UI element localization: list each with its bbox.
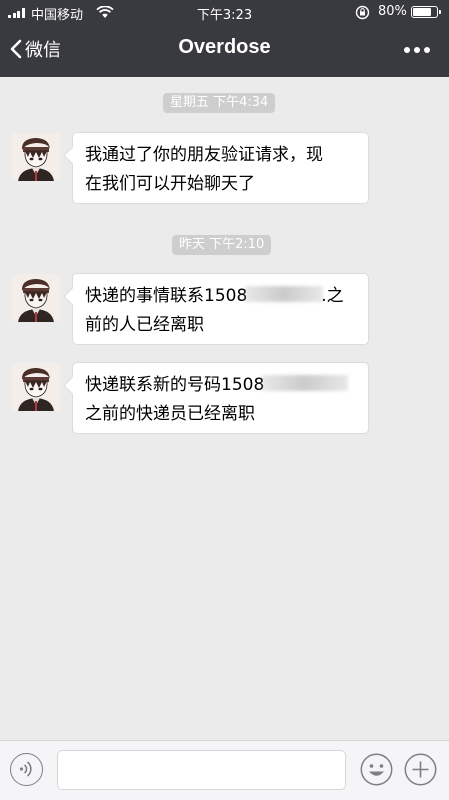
message-text-line: 我通过了你的朋友验证请求，现 [85, 145, 323, 165]
message-text-line: 快递的事情联系1508 [85, 286, 248, 306]
message-text-line: 在我们可以开始聊天了 [85, 174, 255, 194]
voice-button[interactable] [10, 753, 43, 786]
message-input[interactable] [57, 750, 346, 790]
message-text-line: 快递联系新的号码1508 [85, 375, 265, 395]
avatar[interactable] [12, 363, 60, 411]
message-bubble[interactable]: 快递联系新的号码1508 之前的快递员已经离职 [72, 362, 369, 434]
message-bubble[interactable]: 我通过了你的朋友验证请求，现 在我们可以开始聊天了 [72, 132, 369, 204]
message-bubble[interactable]: 快递的事情联系1508 .之 前的人已经离职 [72, 273, 369, 345]
status-bar: 中国移动 下午3:23 80% [0, 0, 449, 26]
message-text-line: 前的人已经离职 [85, 315, 204, 335]
redacted-blur [262, 375, 349, 391]
battery-percent: 80% [378, 4, 407, 19]
avatar[interactable] [12, 133, 60, 181]
more-options-button[interactable] [404, 753, 437, 786]
avatar[interactable] [12, 274, 60, 322]
rotation-lock-icon [355, 5, 370, 24]
emoji-icon [360, 753, 393, 786]
top-header: 中国移动 下午3:23 80% 微信 Overdose [0, 0, 449, 77]
more-dots-icon [404, 47, 410, 53]
chat-timestamp: 星期五 下午4:34 [163, 93, 276, 113]
chat-input-bar [0, 740, 449, 800]
plus-icon [404, 753, 437, 786]
message-text-line: 之前的快递员已经离职 [85, 404, 255, 424]
more-button[interactable] [404, 47, 430, 53]
redacted-blur [245, 286, 324, 302]
chat-timestamp: 昨天 下午2:10 [172, 235, 272, 255]
voice-icon [19, 761, 32, 777]
battery-icon [411, 6, 441, 18]
chat-title: Overdose [178, 36, 271, 58]
nav-bar: 微信 Overdose [0, 26, 449, 77]
emoji-button[interactable] [360, 753, 393, 786]
message-text-fragment: .之 [321, 286, 344, 306]
